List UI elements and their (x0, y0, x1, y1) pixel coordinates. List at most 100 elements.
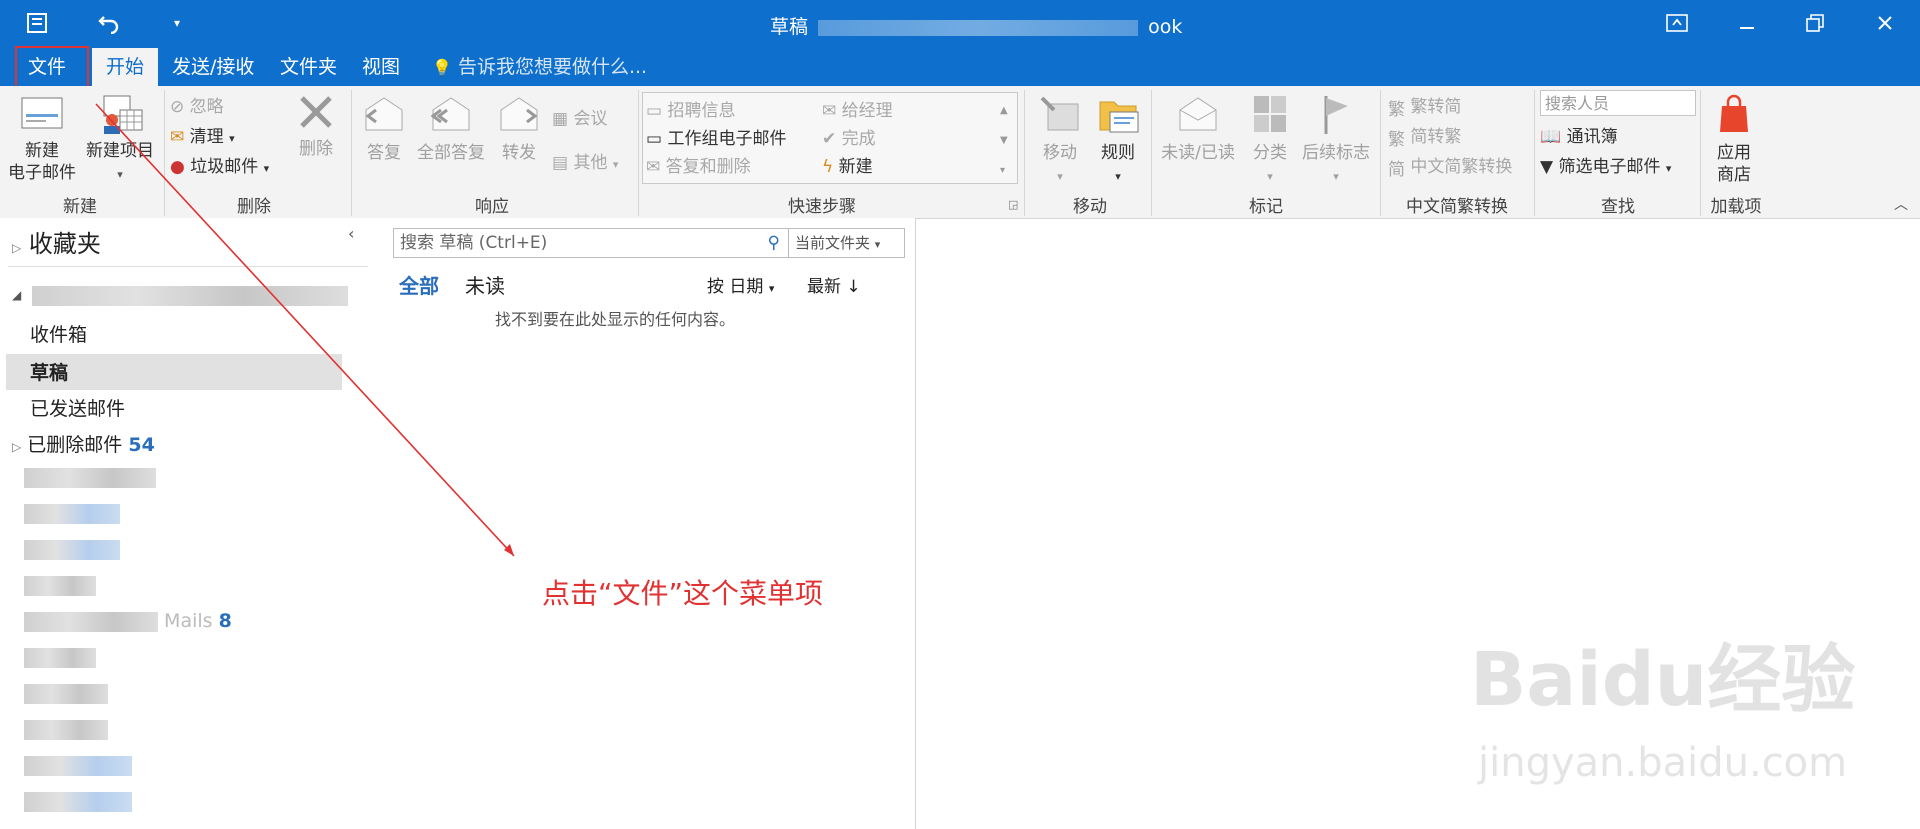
cleanup-icon: ✉ (170, 127, 185, 147)
blurred-folder (24, 540, 120, 560)
ribbon-display-options-icon[interactable] (1662, 8, 1692, 38)
quick-steps-dialog-launcher-icon[interactable]: ◲ (1008, 198, 1018, 211)
separator (164, 90, 165, 216)
ribbon: 新建 电子邮件 新建项目 ▾ 新建 ⊘ 忽略 ✉ 清理 ▾ ● 垃圾邮件 ▾ 删除 … (0, 86, 1920, 219)
rules-icon (1099, 101, 1139, 133)
outlook-app-icon[interactable] (22, 8, 52, 38)
tell-me-box[interactable]: 💡 告诉我您想要做什么... (418, 48, 661, 86)
blurred-folder (24, 756, 132, 776)
tab-send-receive[interactable]: 发送/接收 (158, 48, 268, 86)
separator (1024, 90, 1025, 216)
search-scope-dropdown[interactable]: 当前文件夹 ▾ (789, 228, 905, 258)
quick-step-new[interactable]: ϟ 新建 (822, 152, 873, 177)
folder-deleted[interactable]: ▷ 已删除邮件 54 (12, 430, 155, 457)
folder-mails[interactable]: Mails 8 (24, 610, 232, 632)
quick-step-recruiting[interactable]: ▭ 招聘信息 (646, 96, 735, 121)
reply-all-icon (430, 97, 470, 131)
delete-button[interactable]: 删除 (290, 92, 342, 160)
expand-arrow-icon: ▷ (12, 440, 22, 454)
address-book-button[interactable]: 📖 通讯簿 (1540, 122, 1618, 147)
quick-steps-scroll[interactable]: ▲ ▼ ▾ (1000, 96, 1008, 186)
move-button[interactable]: 移动 ▾ (1032, 92, 1088, 188)
separator (1151, 90, 1152, 216)
group-label-chinese: 中文简繁转换 (1406, 197, 1508, 217)
blurred-folder-prefix (24, 611, 158, 632)
collapse-ribbon-icon[interactable]: ︿ (1894, 194, 1908, 214)
filter-email-button[interactable]: ▼ 筛选电子邮件 ▾ (1540, 152, 1671, 177)
separator (638, 90, 639, 216)
blurred-folder (24, 468, 156, 488)
rules-button[interactable]: 规则 ▾ (1090, 92, 1146, 188)
quick-step-to-manager[interactable]: ✉ 给经理 (822, 96, 893, 121)
window-title: 草稿 ook (770, 16, 1183, 38)
close-icon[interactable] (1870, 8, 1900, 38)
quick-step-done[interactable]: ✔ 完成 (822, 124, 876, 149)
folder-inbox[interactable]: 收件箱 (30, 320, 87, 347)
done-check-icon: ✔ (822, 129, 837, 149)
reply-button[interactable]: 答复 (358, 92, 410, 164)
empty-list-message: 找不到要在此处显示的任何内容。 (495, 310, 736, 329)
lightbulb-icon: 💡 (432, 58, 452, 77)
blurred-folder (24, 648, 96, 668)
filter-unread[interactable]: 未读 (465, 270, 505, 299)
quick-step-reply-delete[interactable]: ✉ 答复和删除 (646, 152, 751, 177)
account-header[interactable]: ◢ (12, 282, 348, 306)
search-input[interactable]: 搜索 草稿 (Ctrl+E) ⚲ (393, 228, 789, 258)
group-label-delete: 删除 (237, 197, 271, 217)
new-items-button[interactable]: 新建项目 ▾ (80, 94, 160, 186)
quick-step-team-email[interactable]: ▭ 工作组电子邮件 (646, 124, 786, 149)
blurred-title-region (818, 19, 1139, 36)
sort-by-date[interactable]: 按 日期 ▾ (707, 272, 774, 297)
meeting-icon: ▦ (552, 109, 569, 129)
chinese-convert-button[interactable]: 简 中文简繁转换 (1388, 152, 1512, 180)
new-email-button[interactable]: 新建 电子邮件 (4, 94, 80, 184)
ribbon-tabs: 文件 开始 发送/接收 文件夹 视图 💡 告诉我您想要做什么... (0, 48, 1920, 86)
team-email-icon: ▭ (646, 129, 663, 149)
customize-quick-access-icon[interactable]: ▾ (162, 8, 192, 38)
tab-folder[interactable]: 文件夹 (266, 48, 351, 86)
undo-icon[interactable] (94, 8, 124, 38)
folder-drafts[interactable]: 草稿 (30, 358, 68, 385)
recruiting-icon: ▭ (646, 101, 663, 121)
reply-all-button[interactable]: 全部答复 (412, 92, 490, 164)
minimize-icon[interactable] (1732, 8, 1762, 38)
search-people-input[interactable]: 搜索人员 (1540, 90, 1696, 116)
folder-pane: ▷ 收藏夹 ‹ ◢ 收件箱 草稿 已发送邮件 ▷ 已删除邮件 54 Mails … (0, 218, 374, 829)
more-respond-button[interactable]: ▤ 其他 ▾ (552, 148, 618, 173)
restore-icon[interactable] (1800, 8, 1830, 38)
blurred-folder (24, 576, 96, 596)
sort-order[interactable]: 最新 ↓ (807, 272, 861, 297)
blurred-folder (24, 720, 108, 740)
tab-view[interactable]: 视图 (348, 48, 414, 86)
junk-button[interactable]: ● 垃圾邮件 ▾ (170, 152, 269, 177)
ignore-icon: ⊘ (170, 97, 185, 117)
filter-funnel-icon: ▼ (1540, 157, 1554, 177)
search-icon[interactable]: ⚲ (768, 229, 780, 257)
categorize-button[interactable]: 分类 ▾ (1244, 92, 1296, 188)
unread-read-button[interactable]: 未读/已读 (1156, 92, 1240, 164)
favorites-header[interactable]: ▷ 收藏夹 (12, 224, 101, 259)
meeting-button[interactable]: ▦ 会议 (552, 104, 607, 129)
cleanup-button[interactable]: ✉ 清理 ▾ (170, 122, 235, 147)
ignore-button[interactable]: ⊘ 忽略 (170, 92, 224, 117)
filter-all[interactable]: 全部 (399, 270, 439, 299)
to-simplified-button[interactable]: 繁 繁转简 (1388, 92, 1461, 120)
forward-button[interactable]: 转发 (494, 92, 544, 164)
collapse-pane-icon[interactable]: ‹ (348, 224, 354, 243)
to-traditional-button[interactable]: 繁 简转繁 (1388, 122, 1461, 150)
group-label-find: 查找 (1601, 197, 1635, 217)
separator (351, 90, 352, 216)
tab-home[interactable]: 开始 (92, 48, 159, 86)
store-button[interactable]: 应用 商店 (1706, 92, 1762, 186)
divider (8, 266, 368, 267)
folder-sent[interactable]: 已发送邮件 (30, 394, 125, 421)
new-email-icon (21, 97, 63, 129)
move-icon (1040, 96, 1079, 131)
expand-arrow-icon: ▷ (12, 241, 22, 255)
followup-button[interactable]: 后续标志 ▾ (1298, 92, 1374, 188)
blurred-folder (24, 792, 132, 812)
traditional-icon: 繁 (1388, 99, 1405, 120)
blurred-folder (24, 504, 120, 524)
to-manager-icon: ✉ (822, 101, 837, 121)
group-label-quick-steps: 快速步骤 (788, 197, 856, 217)
